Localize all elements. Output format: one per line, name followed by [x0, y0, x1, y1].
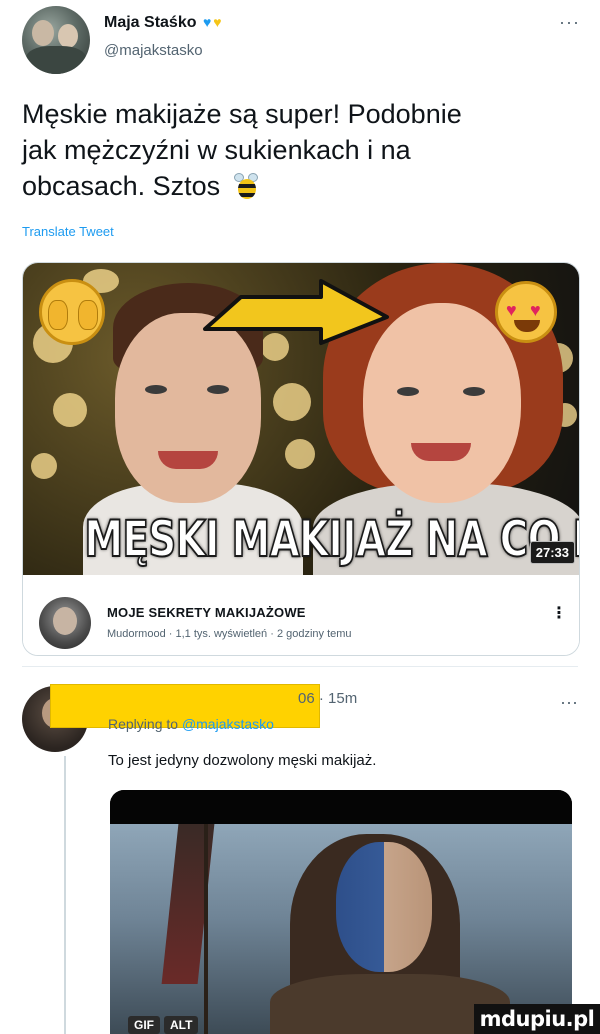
video-menu-icon[interactable]: ⋮: [551, 603, 567, 623]
tweet-text-line: Męskie makijaże są super! Podobnie: [22, 99, 462, 129]
author-name-row[interactable]: Maja Staśko ♥ ♥: [104, 14, 222, 32]
channel-avatar[interactable]: [39, 597, 91, 649]
gif-letterbox: [110, 790, 572, 824]
alt-badge[interactable]: ALT: [164, 1016, 199, 1034]
arrow-icon: [203, 279, 389, 345]
tweet-header: Maja Staśko ♥ ♥ @majakstasko ···: [22, 6, 582, 78]
reply-text: To jest jedyny dozwolony męski makijaż.: [108, 752, 377, 769]
gif-badge: GIF: [128, 1016, 160, 1034]
divider: [22, 666, 578, 667]
thumbnail-title: MĘSKI MAKIJAŻ NA CO DZIEŃ: [84, 510, 579, 568]
gif-image[interactable]: [110, 824, 572, 1034]
video-thumbnail[interactable]: ♥ ♥ MĘSKI MAKIJAŻ NA CO DZIEŃ 27:33: [23, 263, 579, 575]
video-title[interactable]: MOJE SEKRETY MAKIJAŻOWE: [107, 605, 306, 620]
yellow-heart-icon: ♥: [213, 14, 222, 30]
replying-to-handle[interactable]: @majakstasko: [182, 716, 274, 732]
tweet-text: Męskie makijaże są super! Podobnie jak m…: [22, 96, 582, 204]
site-watermark: mdupiu.pl: [474, 1004, 600, 1034]
heart-eyes-emoji-icon: ♥ ♥: [495, 281, 557, 343]
translate-tweet-link[interactable]: Translate Tweet: [22, 224, 114, 239]
thread-line: [64, 756, 66, 1034]
shocked-face-emoji-icon: [39, 279, 105, 345]
replying-to: Replying to @majakstasko: [108, 716, 274, 732]
author-handle[interactable]: @majakstasko: [104, 42, 203, 59]
video-meta: Mudormood · 1,1 tys. wyświetleń · 2 godz…: [107, 628, 352, 640]
tweet-text-line: obcasach. Sztos: [22, 168, 582, 204]
more-options-icon[interactable]: ···: [559, 12, 580, 33]
gif-card[interactable]: GIF ALT: [110, 790, 572, 1034]
bee-icon: [233, 171, 260, 201]
reply-more-options-icon[interactable]: ···: [560, 692, 578, 713]
video-card[interactable]: ♥ ♥ MĘSKI MAKIJAŻ NA CO DZIEŃ 27:33 MOJE…: [22, 262, 580, 656]
duration-badge: 27:33: [529, 541, 575, 564]
tweet-text-line: jak mężczyźni w sukienkach i na: [22, 135, 411, 165]
author-name[interactable]: Maja Staśko: [104, 14, 196, 31]
reply-stats: 06 · 15m: [298, 690, 358, 707]
author-avatar[interactable]: [22, 6, 90, 74]
video-info: MOJE SEKRETY MAKIJAŻOWE Mudormood · 1,1 …: [23, 575, 579, 655]
gif-badges: GIF ALT: [128, 1016, 199, 1034]
blue-heart-icon: ♥: [202, 14, 212, 30]
